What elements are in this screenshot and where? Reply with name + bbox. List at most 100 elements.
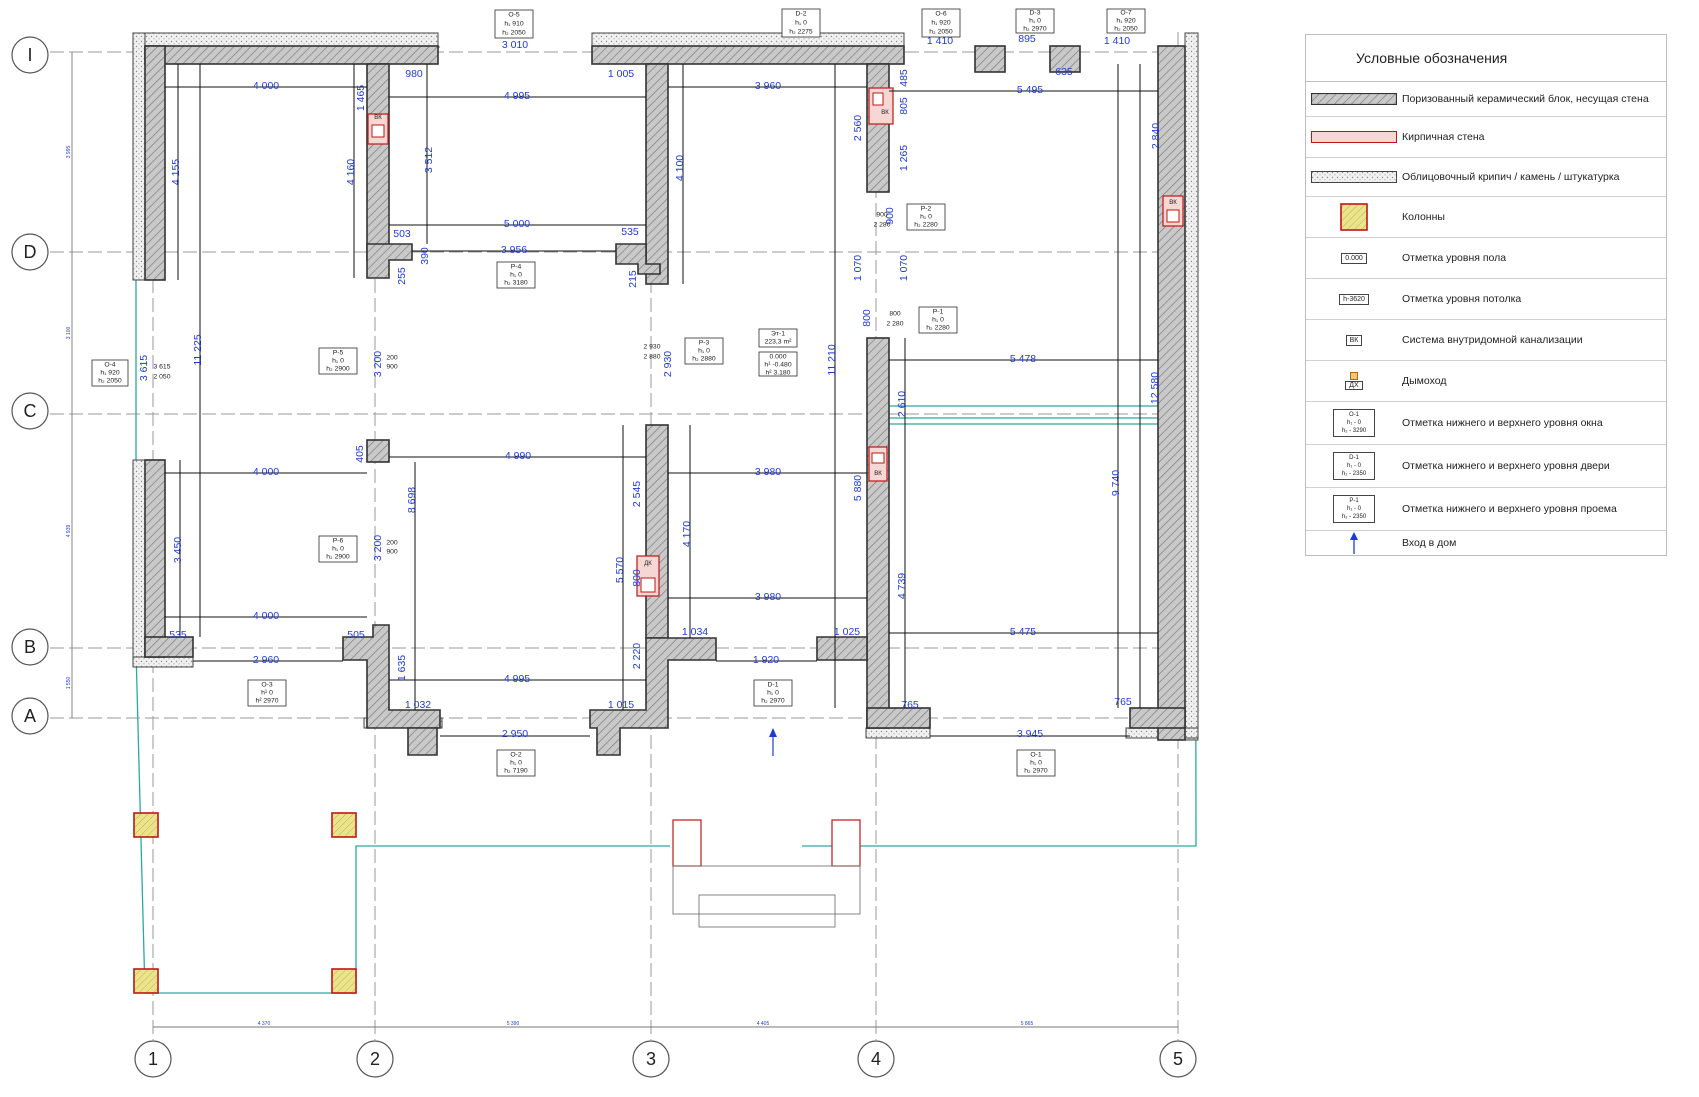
svg-text:535: 535 <box>169 629 187 641</box>
svg-text:5 495: 5 495 <box>1017 84 1043 96</box>
svg-text:3 615: 3 615 <box>138 355 150 381</box>
svg-text:h₁ 0: h₁ 0 <box>932 317 944 324</box>
tag-D-3: D-3 h₁ 0 h₂ 2970 <box>1015 8 1055 34</box>
svg-text:200: 200 <box>386 540 398 547</box>
legend-item-window-mark: О-1 h₁ - 0 h₂ - 3290 Отметка нижнего и вер… <box>1306 402 1666 445</box>
svg-text:5 478: 5 478 <box>1010 353 1036 365</box>
svg-text:1 032: 1 032 <box>405 699 431 711</box>
svg-text:2 930: 2 930 <box>662 351 674 377</box>
svg-text:800: 800 <box>631 569 643 587</box>
svg-text:h₁ 0: h₁ 0 <box>510 272 522 279</box>
svg-text:2 280: 2 280 <box>873 222 890 229</box>
svg-text:4 370: 4 370 <box>258 1021 271 1027</box>
svg-text:h² 2970: h² 2970 <box>255 698 278 705</box>
svg-text:405: 405 <box>354 445 366 463</box>
legend-item-opening-mark: Р-1 h₁ - 0 h₂ - 2350 Отметка нижнего и вер… <box>1306 488 1666 531</box>
svg-text:3 615: 3 615 <box>153 364 170 371</box>
svg-text:4 155: 4 155 <box>170 159 182 185</box>
svg-text:2 280: 2 280 <box>886 321 903 328</box>
load-bearing-walls <box>144 45 1186 756</box>
svg-text:200: 200 <box>386 355 398 362</box>
svg-text:3 450: 3 450 <box>172 537 184 563</box>
svg-text:4 995: 4 995 <box>504 673 530 685</box>
axis-bubble-I: I <box>11 36 49 74</box>
svg-text:h₂ 2970: h₂ 2970 <box>1023 26 1047 33</box>
svg-text:3 960: 3 960 <box>755 80 781 92</box>
axis-bubble-4: 4 <box>857 1040 895 1078</box>
brick-wall-symbol <box>1311 131 1397 143</box>
svg-text:Р-6: Р-6 <box>333 538 344 545</box>
entry-arrow-icon <box>769 728 777 756</box>
svg-text:C: C <box>24 401 37 421</box>
svg-text:1: 1 <box>148 1049 158 1069</box>
svg-text:3 956: 3 956 <box>501 244 527 256</box>
svg-text:h₁ 0: h₁ 0 <box>332 358 344 365</box>
svg-text:5 880: 5 880 <box>852 475 864 501</box>
svg-text:h₁ 920: h₁ 920 <box>931 20 951 27</box>
room-label: Эт-1 223,3 m² 0.000 h¹ -0.480 h² 3.180 <box>758 328 798 377</box>
svg-text:5: 5 <box>1173 1049 1183 1069</box>
svg-text:895: 895 <box>1018 33 1036 45</box>
tag-O-4: О-4 h₁ 920 h₂ 2050 <box>91 359 129 387</box>
svg-text:О-2: О-2 <box>510 752 522 759</box>
svg-text:5 865: 5 865 <box>1021 1021 1034 1027</box>
svg-text:5 000: 5 000 <box>504 218 530 230</box>
left-grid-dimensions: 3 995 3 100 4 939 1 550 <box>66 52 73 718</box>
svg-text:1 070: 1 070 <box>852 255 864 281</box>
legend-item-brick-wall: Кирпичная стена <box>1306 117 1666 158</box>
svg-text:5 390: 5 390 <box>507 1021 520 1027</box>
facing-symbol <box>1311 171 1397 183</box>
svg-text:765: 765 <box>901 699 919 711</box>
tag-O-3: О-3 h¹ 0 h² 2970 <box>247 679 287 707</box>
svg-text:4 000: 4 000 <box>253 80 279 92</box>
svg-text:223,3 m²: 223,3 m² <box>765 339 793 346</box>
svg-text:h₁ 0: h₁ 0 <box>698 348 710 355</box>
legend-item-entrance: Вход в дом <box>1306 531 1666 555</box>
svg-text:3 980: 3 980 <box>755 466 781 478</box>
bottom-grid-dimensions: 4 370 5 390 4 405 5 865 <box>153 1021 1178 1028</box>
svg-text:h₁ 0: h₁ 0 <box>1030 760 1042 767</box>
svg-text:h₂ 2050: h₂ 2050 <box>1114 26 1138 33</box>
legend-title: Условные обозначения <box>1306 35 1666 82</box>
svg-text:О-5: О-5 <box>508 12 520 19</box>
svg-text:D: D <box>24 242 37 262</box>
svg-text:4 990: 4 990 <box>505 450 531 462</box>
svg-text:h₂ 2970: h₂ 2970 <box>761 698 785 705</box>
svg-text:О-4: О-4 <box>104 362 116 369</box>
svg-text:2 960: 2 960 <box>253 654 279 666</box>
svg-text:h₁ 0: h₁ 0 <box>1029 18 1041 25</box>
svg-text:800: 800 <box>861 309 873 327</box>
tag-O-7: О-7 h₁ 920 h₂ 2050 <box>1106 8 1146 34</box>
entrance-arrow-icon <box>1350 532 1358 554</box>
svg-text:8 698: 8 698 <box>406 487 418 513</box>
svg-text:ДК: ДК <box>644 561 652 567</box>
svg-text:2 610: 2 610 <box>896 391 908 417</box>
svg-text:D-2: D-2 <box>796 11 807 18</box>
tag-P-3: Р-3 h₁ 0 h₂ 2880 <box>684 337 724 365</box>
svg-text:255: 255 <box>396 267 408 285</box>
chimney-icon <box>1350 372 1358 380</box>
svg-text:4 939: 4 939 <box>66 525 72 538</box>
svg-text:О-3: О-3 <box>261 682 273 689</box>
svg-text:485: 485 <box>898 69 910 87</box>
tag-P-1: Р-1 h₁ 0 h₂ 2280 <box>918 306 958 334</box>
svg-text:4 405: 4 405 <box>757 1021 770 1027</box>
svg-text:3 100: 3 100 <box>66 327 72 340</box>
svg-text:900: 900 <box>386 364 398 371</box>
svg-text:635: 635 <box>1055 66 1073 78</box>
door-mark-symbol: D-1 h₁ - 0 h₂ - 2350 <box>1333 452 1375 480</box>
svg-text:4 739: 4 739 <box>896 573 908 599</box>
axis-bubble-D: D <box>11 233 49 271</box>
legend-item-ceramic-wall: Поризованный керамический блок, несущая … <box>1306 81 1666 117</box>
svg-text:1 034: 1 034 <box>682 626 708 638</box>
floor-mark-symbol: 0.000 <box>1341 252 1367 264</box>
svg-text:Р-4: Р-4 <box>511 264 522 271</box>
svg-text:1 920: 1 920 <box>753 654 779 666</box>
floor-plan: I D C B A 1 2 3 4 5 4 370 5 390 4 405 5 … <box>11 8 1199 1078</box>
tag-P-2: Р-2 h₁ 0 h₂ 2280 <box>906 203 946 231</box>
svg-text:805: 805 <box>898 97 910 115</box>
svg-text:B: B <box>24 637 36 657</box>
svg-text:h₁ 0: h₁ 0 <box>767 690 779 697</box>
legend-item-door-mark: D-1 h₁ - 0 h₂ - 2350 Отметка нижнего и вер… <box>1306 445 1666 488</box>
svg-text:503: 503 <box>393 228 411 240</box>
